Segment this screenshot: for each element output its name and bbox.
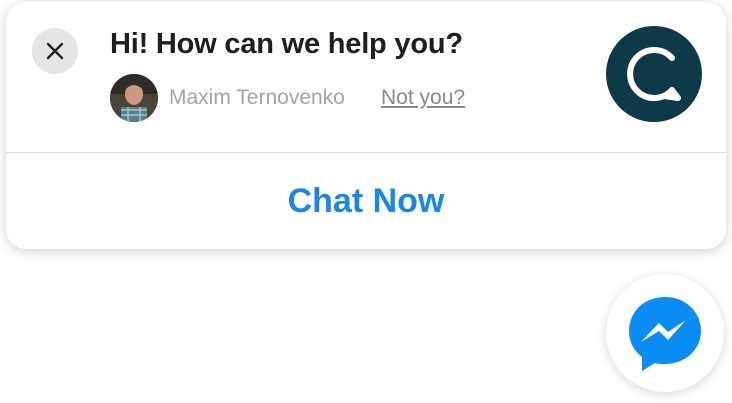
brand-logo <box>606 26 702 122</box>
not-you-link[interactable]: Not you? <box>381 86 465 110</box>
close-icon <box>46 42 64 60</box>
avatar <box>110 74 158 122</box>
chat-popup-card: Hi! How can we help you? Maxim Ternovenk… <box>6 2 726 249</box>
agent-name: Maxim Ternovenko <box>169 86 345 109</box>
popup-title: Hi! How can we help you? <box>110 28 463 60</box>
close-button[interactable] <box>32 28 78 74</box>
messenger-icon <box>629 297 701 371</box>
messenger-button[interactable] <box>606 274 724 392</box>
chat-now-button[interactable]: Chat Now <box>6 153 726 249</box>
chat-bubble-logo-icon <box>627 47 681 101</box>
